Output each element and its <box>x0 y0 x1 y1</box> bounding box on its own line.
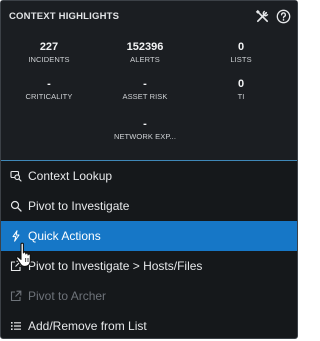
header-tools <box>255 9 291 24</box>
menu-item-label: Pivot to Investigate <box>28 199 130 213</box>
metric-label: NETWORK EXP... <box>113 132 177 141</box>
metric-value: 0 <box>237 78 245 90</box>
menu-item-pivot-to-archer: Pivot to Archer <box>1 281 297 311</box>
menu-item-add-remove-list[interactable]: Add/Remove from List <box>1 311 297 341</box>
lightning-icon <box>12 230 20 242</box>
metric-value: - <box>143 78 147 90</box>
metric-network-exposure[interactable]: - NETWORK EXP... <box>97 118 193 142</box>
metric-alerts[interactable]: 152396 ALERTS <box>97 41 193 65</box>
metric-incidents[interactable]: 227 INCIDENTS <box>1 41 97 65</box>
metric-label: LISTS <box>230 55 252 64</box>
context-menu-panel: CONTEXT HIGHLIGHTS 227 INCIDENTS 152396 … <box>0 0 298 339</box>
menu-item-context-lookup[interactable]: Context Lookup <box>1 161 297 191</box>
metric-label: TI <box>237 92 245 101</box>
context-highlights-section: CONTEXT HIGHLIGHTS 227 INCIDENTS 152396 … <box>1 1 297 161</box>
menu-item-pivot-hosts-files[interactable]: Pivot to Investigate > Hosts/Files <box>1 251 297 281</box>
menu-item-label: Pivot to Investigate > Hosts/Files <box>28 259 203 273</box>
menu-item-label: Quick Actions <box>28 229 101 243</box>
metric-value: 0 <box>237 41 245 53</box>
metric-label: ASSET RISK <box>122 92 168 101</box>
metric-label: INCIDENTS <box>28 55 70 64</box>
metric-value: - <box>143 118 147 130</box>
metric-value: - <box>47 78 51 90</box>
metric-label: ALERTS <box>130 55 160 64</box>
tools-icon[interactable] <box>255 9 270 24</box>
list-icon <box>11 322 21 330</box>
menu-item-label: Context Lookup <box>28 169 113 183</box>
metric-label: CRITICALITY <box>25 92 73 101</box>
menu-item-label: Pivot to Archer <box>28 289 107 303</box>
metric-value: 227 <box>39 41 59 53</box>
external-link-icon <box>10 260 22 272</box>
context-action-menu: Context Lookup Pivot to Investigate Quic… <box>1 161 297 341</box>
context-lookup-icon <box>10 170 22 182</box>
menu-item-pivot-to-investigate[interactable]: Pivot to Investigate <box>1 191 297 221</box>
context-highlights-title: CONTEXT HIGHLIGHTS <box>9 11 120 22</box>
menu-item-quick-actions[interactable]: Quick Actions <box>1 221 297 251</box>
metric-criticality[interactable]: - CRITICALITY <box>1 78 97 102</box>
metric-lists[interactable]: 0 LISTS <box>193 41 289 65</box>
external-link-icon <box>10 290 22 302</box>
metric-ti[interactable]: 0 TI <box>193 78 289 102</box>
menu-item-label: Add/Remove from List <box>28 319 147 333</box>
help-icon[interactable] <box>276 9 291 24</box>
metric-asset-risk[interactable]: - ASSET RISK <box>97 78 193 102</box>
search-icon <box>10 200 22 212</box>
metric-value: 152396 <box>126 41 164 53</box>
